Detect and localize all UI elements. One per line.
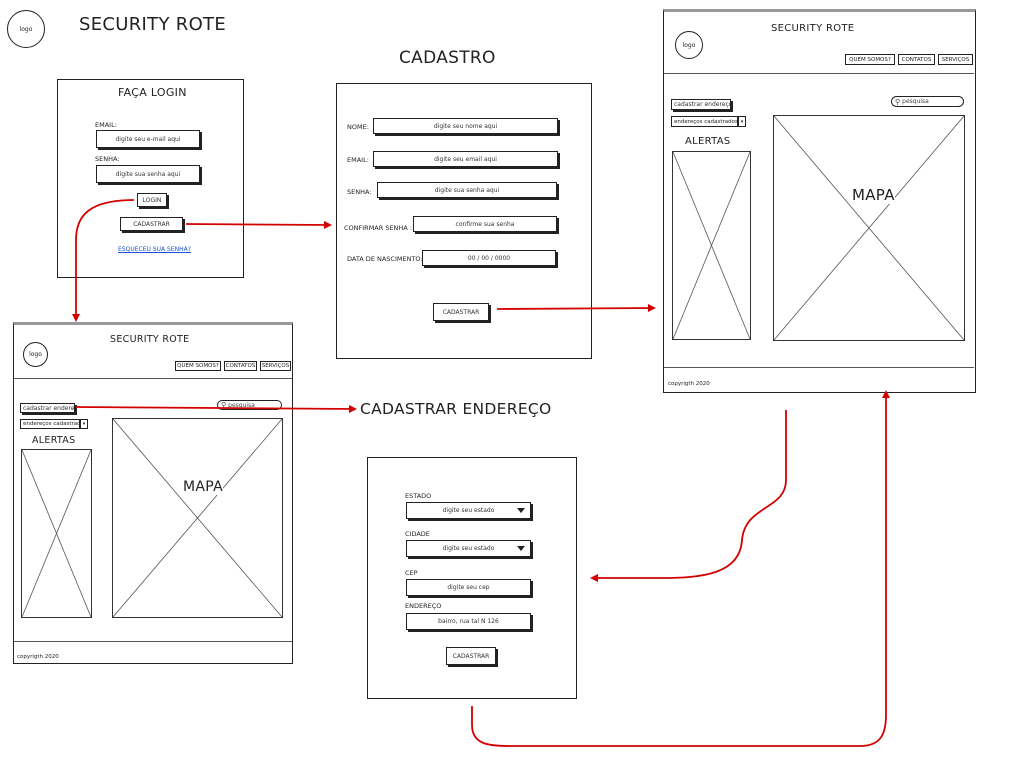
arrow-register-address bbox=[75, 404, 357, 413]
arrow-dashboard-to-address bbox=[590, 410, 787, 582]
arrow-register-to-cadastro bbox=[185, 220, 332, 229]
arrow-cadastro-to-dashboard bbox=[496, 304, 656, 313]
arrow-login-to-dashboard bbox=[72, 199, 135, 322]
flow-arrows bbox=[72, 199, 890, 747]
arrow-address-to-dashboard bbox=[471, 390, 890, 747]
